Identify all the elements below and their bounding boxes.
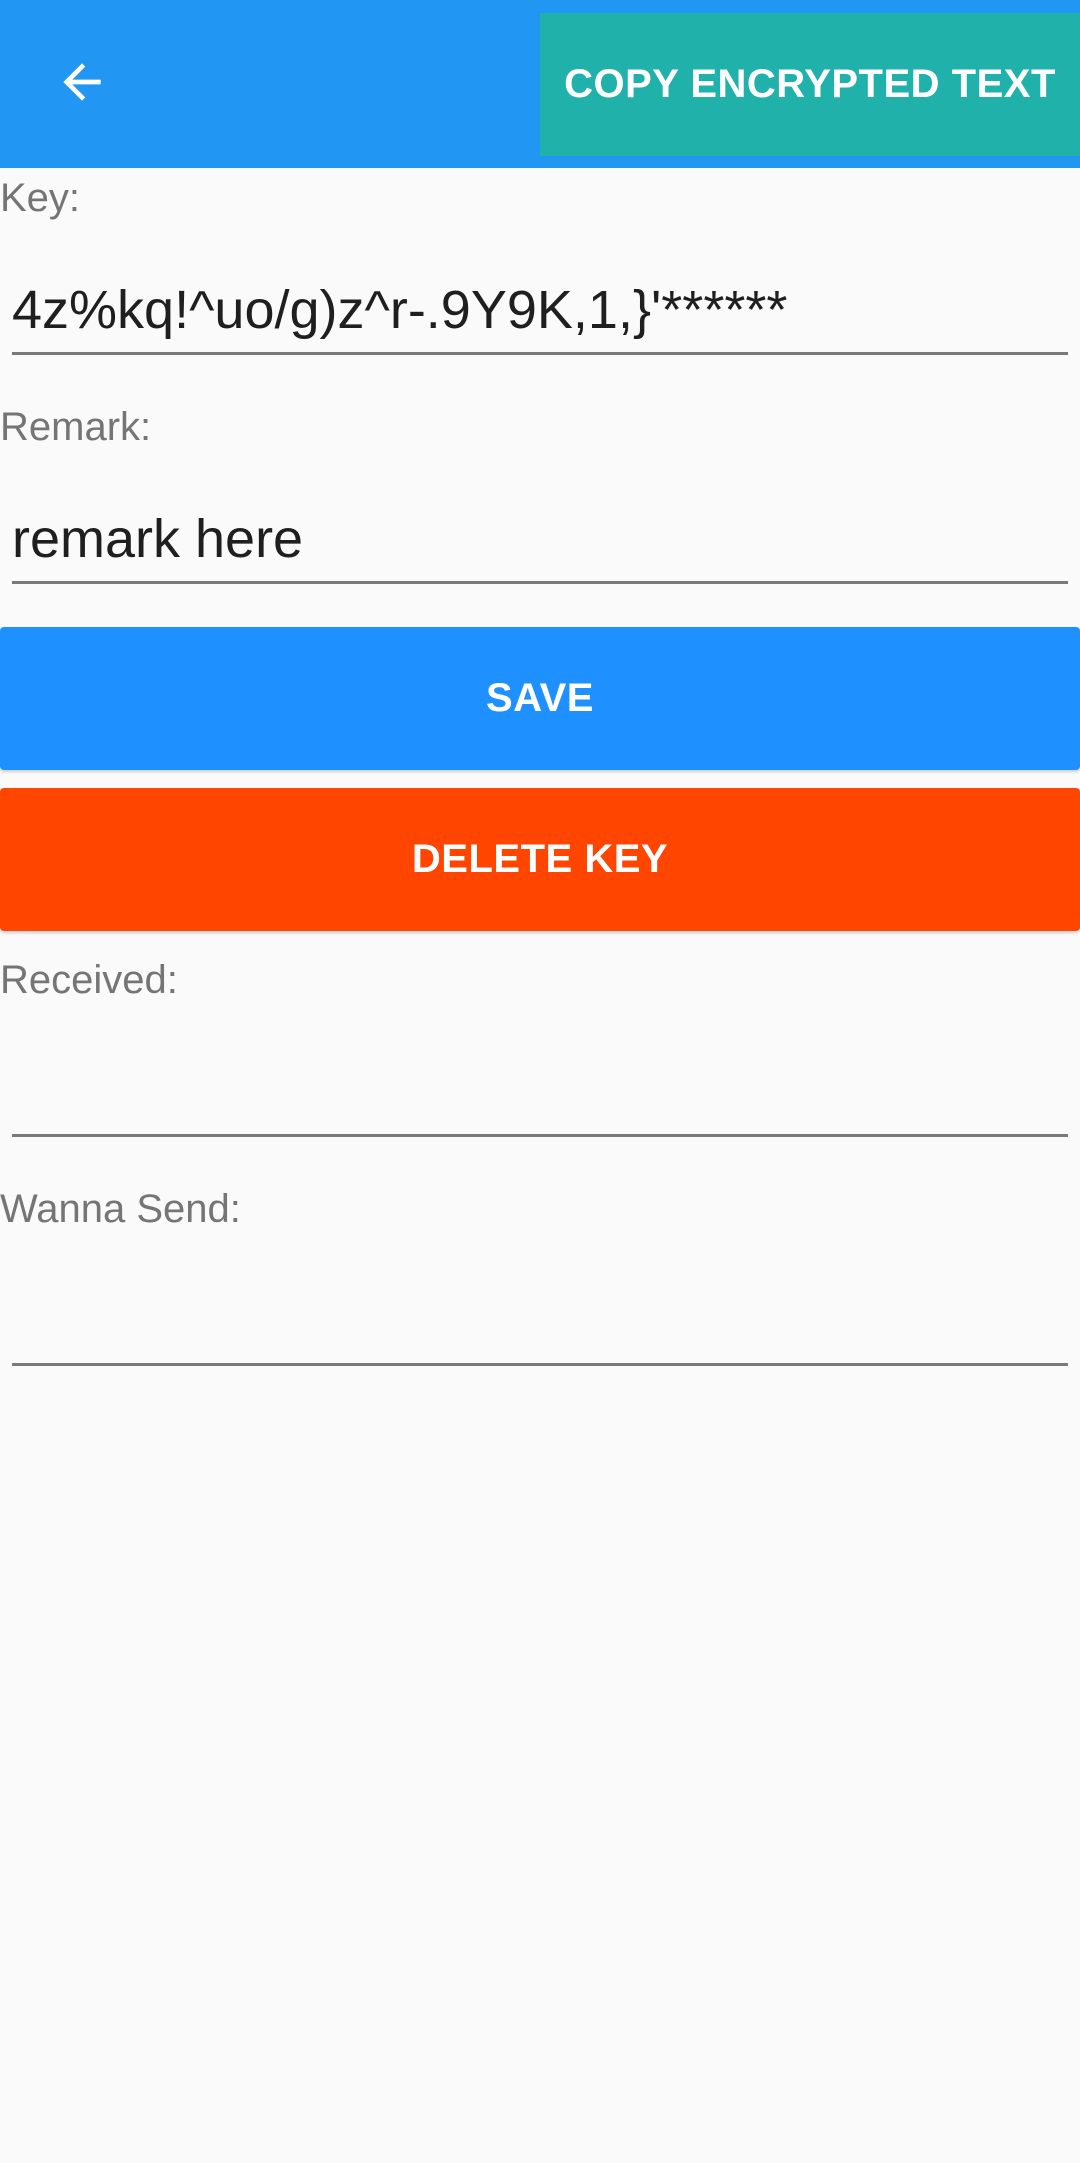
save-button[interactable]: SAVE <box>0 627 1080 770</box>
remark-field[interactable]: remark here <box>12 504 1068 584</box>
key-field[interactable]: 4z%kq!^uo/g)z^r-.9Y9K,1,}'****** <box>12 275 1068 355</box>
app-bar: COPY ENCRYPTED TEXT <box>0 0 1080 168</box>
key-value: 4z%kq!^uo/g)z^r-.9Y9K,1,}'****** <box>12 280 788 340</box>
received-field[interactable] <box>12 1057 1068 1137</box>
wanna-send-label: Wanna Send: <box>0 1187 241 1231</box>
delete-key-button[interactable]: DELETE KEY <box>0 788 1080 931</box>
back-button[interactable] <box>42 42 122 122</box>
received-label: Received: <box>0 958 178 1002</box>
wanna-send-field[interactable] <box>12 1286 1068 1366</box>
remark-label: Remark: <box>0 405 152 449</box>
key-label: Key: <box>0 176 81 220</box>
remark-value: remark here <box>12 509 304 569</box>
arrow-left-icon <box>63 63 101 101</box>
copy-encrypted-text-button[interactable]: COPY ENCRYPTED TEXT <box>540 13 1080 156</box>
